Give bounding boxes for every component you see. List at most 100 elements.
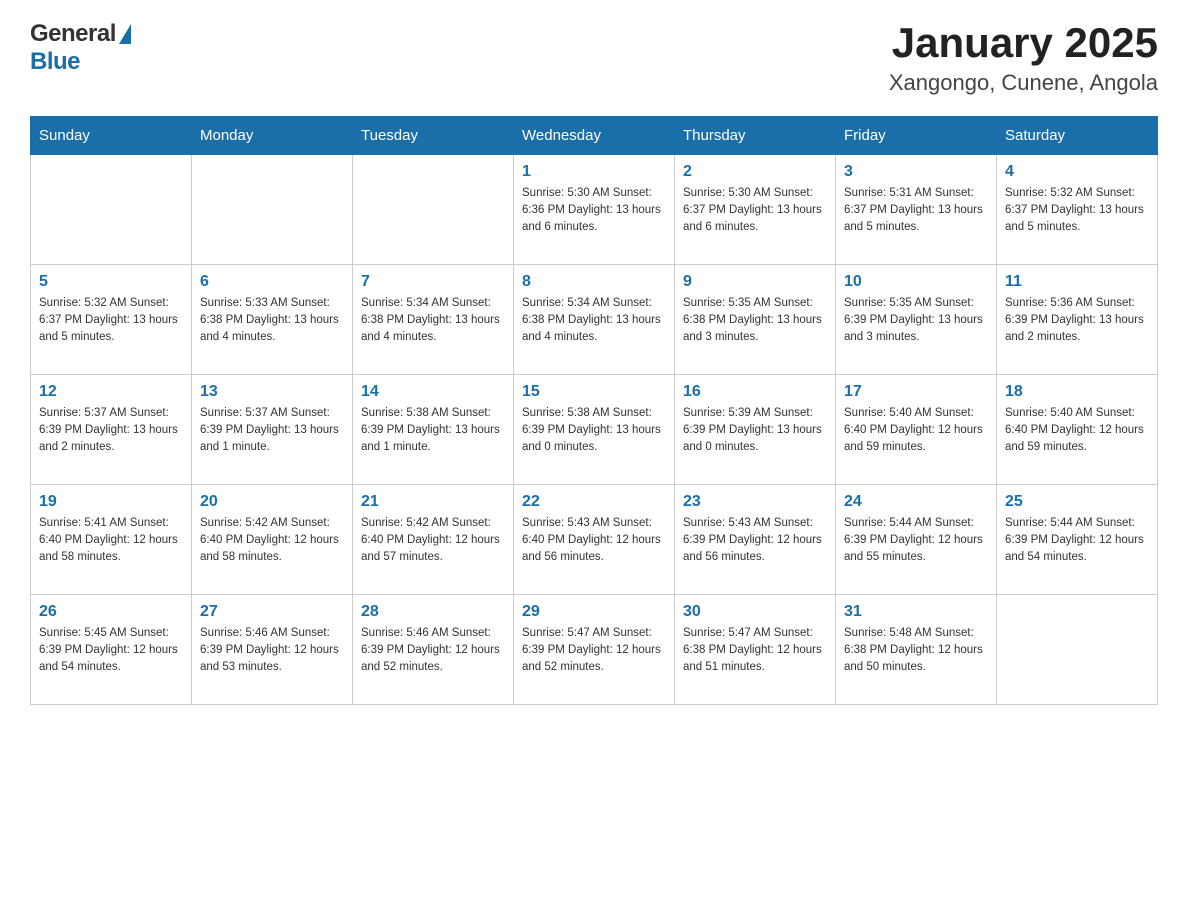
calendar-cell: 20 Sunrise: 5:42 AM Sunset: 6:40 PM Dayli… (192, 485, 353, 595)
day-info: Sunrise: 5:34 AM Sunset: 6:38 PM Dayligh… (522, 295, 666, 345)
day-info: Sunrise: 5:40 AM Sunset: 6:40 PM Dayligh… (844, 405, 988, 455)
day-number: 3 (844, 163, 988, 181)
calendar-cell: 12 Sunrise: 5:37 AM Sunset: 6:39 PM Dayli… (31, 375, 192, 485)
day-info: Sunrise: 5:47 AM Sunset: 6:39 PM Dayligh… (522, 625, 666, 675)
logo-general-text: General (30, 20, 116, 48)
calendar-week-row: 1Sunrise: 5:30 AM Sunset: 6:36 PM Daylig… (31, 155, 1158, 265)
calendar-cell: 5 Sunrise: 5:32 AM Sunset: 6:37 PM Daylig… (31, 265, 192, 375)
calendar-cell: 9Sunrise: 5:35 AM Sunset: 6:38 PM Daylig… (675, 265, 836, 375)
day-number: 25 (1005, 493, 1149, 511)
calendar-cell: 31 Sunrise: 5:48 AM Sunset: 6:38 PM Dayli… (836, 595, 997, 705)
day-number: 22 (522, 493, 666, 511)
days-of-week-row: SundayMondayTuesdayWednesdayThursdayFrid… (31, 117, 1158, 155)
day-number: 21 (361, 493, 505, 511)
day-info: Sunrise: 5:36 AM Sunset: 6:39 PM Dayligh… (1005, 295, 1149, 345)
day-number: 11 (1005, 273, 1149, 291)
calendar-cell: 30Sunrise: 5:47 AM Sunset: 6:38 PM Dayli… (675, 595, 836, 705)
day-number: 5 (39, 273, 183, 291)
day-number: 17 (844, 383, 988, 401)
day-info: Sunrise: 5:42 AM Sunset: 6:40 PM Dayligh… (200, 515, 344, 565)
page-header: General Blue January 2025 Xangongo, Cune… (30, 20, 1158, 96)
day-info: Sunrise: 5:39 AM Sunset: 6:39 PM Dayligh… (683, 405, 827, 455)
calendar-cell: 8 Sunrise: 5:34 AM Sunset: 6:38 PM Daylig… (514, 265, 675, 375)
day-info: Sunrise: 5:37 AM Sunset: 6:39 PM Dayligh… (39, 405, 183, 455)
calendar-cell: 3 Sunrise: 5:31 AM Sunset: 6:37 PM Daylig… (836, 155, 997, 265)
day-number: 16 (683, 383, 827, 401)
day-number: 15 (522, 383, 666, 401)
day-number: 18 (1005, 383, 1149, 401)
day-info: Sunrise: 5:46 AM Sunset: 6:39 PM Dayligh… (200, 625, 344, 675)
calendar-cell: 7 Sunrise: 5:34 AM Sunset: 6:38 PM Daylig… (353, 265, 514, 375)
day-info: Sunrise: 5:31 AM Sunset: 6:37 PM Dayligh… (844, 185, 988, 235)
day-number: 29 (522, 603, 666, 621)
day-info: Sunrise: 5:42 AM Sunset: 6:40 PM Dayligh… (361, 515, 505, 565)
day-number: 19 (39, 493, 183, 511)
day-info: Sunrise: 5:45 AM Sunset: 6:39 PM Dayligh… (39, 625, 183, 675)
day-of-week-header: Tuesday (353, 117, 514, 155)
logo-triangle-icon (119, 24, 131, 44)
day-info: Sunrise: 5:43 AM Sunset: 6:40 PM Dayligh… (522, 515, 666, 565)
page-subtitle: Xangongo, Cunene, Angola (889, 70, 1158, 96)
day-info: Sunrise: 5:32 AM Sunset: 6:37 PM Dayligh… (1005, 185, 1149, 235)
logo: General Blue (30, 20, 131, 76)
calendar-cell: 21 Sunrise: 5:42 AM Sunset: 6:40 PM Dayli… (353, 485, 514, 595)
calendar-cell (31, 155, 192, 265)
day-number: 10 (844, 273, 988, 291)
calendar-cell: 14 Sunrise: 5:38 AM Sunset: 6:39 PM Dayli… (353, 375, 514, 485)
day-number: 27 (200, 603, 344, 621)
day-number: 14 (361, 383, 505, 401)
calendar-cell: 1Sunrise: 5:30 AM Sunset: 6:36 PM Daylig… (514, 155, 675, 265)
calendar-cell: 23Sunrise: 5:43 AM Sunset: 6:39 PM Dayli… (675, 485, 836, 595)
calendar-cell: 25 Sunrise: 5:44 AM Sunset: 6:39 PM Dayli… (997, 485, 1158, 595)
calendar-body: 1Sunrise: 5:30 AM Sunset: 6:36 PM Daylig… (31, 155, 1158, 705)
calendar-cell: 24Sunrise: 5:44 AM Sunset: 6:39 PM Dayli… (836, 485, 997, 595)
day-info: Sunrise: 5:38 AM Sunset: 6:39 PM Dayligh… (361, 405, 505, 455)
day-info: Sunrise: 5:35 AM Sunset: 6:39 PM Dayligh… (844, 295, 988, 345)
day-info: Sunrise: 5:30 AM Sunset: 6:37 PM Dayligh… (683, 185, 827, 235)
day-number: 2 (683, 163, 827, 181)
day-number: 12 (39, 383, 183, 401)
calendar-cell: 18 Sunrise: 5:40 AM Sunset: 6:40 PM Dayli… (997, 375, 1158, 485)
day-of-week-header: Friday (836, 117, 997, 155)
day-info: Sunrise: 5:32 AM Sunset: 6:37 PM Dayligh… (39, 295, 183, 345)
day-number: 8 (522, 273, 666, 291)
day-info: Sunrise: 5:46 AM Sunset: 6:39 PM Dayligh… (361, 625, 505, 675)
calendar-cell: 27 Sunrise: 5:46 AM Sunset: 6:39 PM Dayli… (192, 595, 353, 705)
day-info: Sunrise: 5:41 AM Sunset: 6:40 PM Dayligh… (39, 515, 183, 565)
day-number: 31 (844, 603, 988, 621)
day-of-week-header: Saturday (997, 117, 1158, 155)
day-info: Sunrise: 5:37 AM Sunset: 6:39 PM Dayligh… (200, 405, 344, 455)
day-number: 20 (200, 493, 344, 511)
page-title: January 2025 (889, 20, 1158, 66)
calendar-cell: 28Sunrise: 5:46 AM Sunset: 6:39 PM Dayli… (353, 595, 514, 705)
day-number: 9 (683, 273, 827, 291)
day-number: 13 (200, 383, 344, 401)
calendar-cell: 26 Sunrise: 5:45 AM Sunset: 6:39 PM Dayli… (31, 595, 192, 705)
day-of-week-header: Wednesday (514, 117, 675, 155)
calendar-week-row: 5 Sunrise: 5:32 AM Sunset: 6:37 PM Daylig… (31, 265, 1158, 375)
day-info: Sunrise: 5:48 AM Sunset: 6:38 PM Dayligh… (844, 625, 988, 675)
day-of-week-header: Monday (192, 117, 353, 155)
calendar-table: SundayMondayTuesdayWednesdayThursdayFrid… (30, 116, 1158, 705)
calendar-cell (353, 155, 514, 265)
calendar-cell: 10 Sunrise: 5:35 AM Sunset: 6:39 PM Dayli… (836, 265, 997, 375)
calendar-cell: 17 Sunrise: 5:40 AM Sunset: 6:40 PM Dayli… (836, 375, 997, 485)
calendar-cell: 6Sunrise: 5:33 AM Sunset: 6:38 PM Daylig… (192, 265, 353, 375)
day-number: 7 (361, 273, 505, 291)
calendar-cell: 22 Sunrise: 5:43 AM Sunset: 6:40 PM Dayli… (514, 485, 675, 595)
day-info: Sunrise: 5:40 AM Sunset: 6:40 PM Dayligh… (1005, 405, 1149, 455)
day-number: 23 (683, 493, 827, 511)
day-number: 26 (39, 603, 183, 621)
calendar-header: SundayMondayTuesdayWednesdayThursdayFrid… (31, 117, 1158, 155)
logo-blue-text: Blue (30, 48, 80, 76)
day-number: 30 (683, 603, 827, 621)
calendar-cell: 4 Sunrise: 5:32 AM Sunset: 6:37 PM Daylig… (997, 155, 1158, 265)
day-number: 1 (522, 163, 666, 181)
day-info: Sunrise: 5:34 AM Sunset: 6:38 PM Dayligh… (361, 295, 505, 345)
calendar-week-row: 12 Sunrise: 5:37 AM Sunset: 6:39 PM Dayli… (31, 375, 1158, 485)
calendar-cell: 2 Sunrise: 5:30 AM Sunset: 6:37 PM Daylig… (675, 155, 836, 265)
day-of-week-header: Thursday (675, 117, 836, 155)
day-info: Sunrise: 5:44 AM Sunset: 6:39 PM Dayligh… (1005, 515, 1149, 565)
calendar-cell: 13 Sunrise: 5:37 AM Sunset: 6:39 PM Dayli… (192, 375, 353, 485)
day-number: 4 (1005, 163, 1149, 181)
